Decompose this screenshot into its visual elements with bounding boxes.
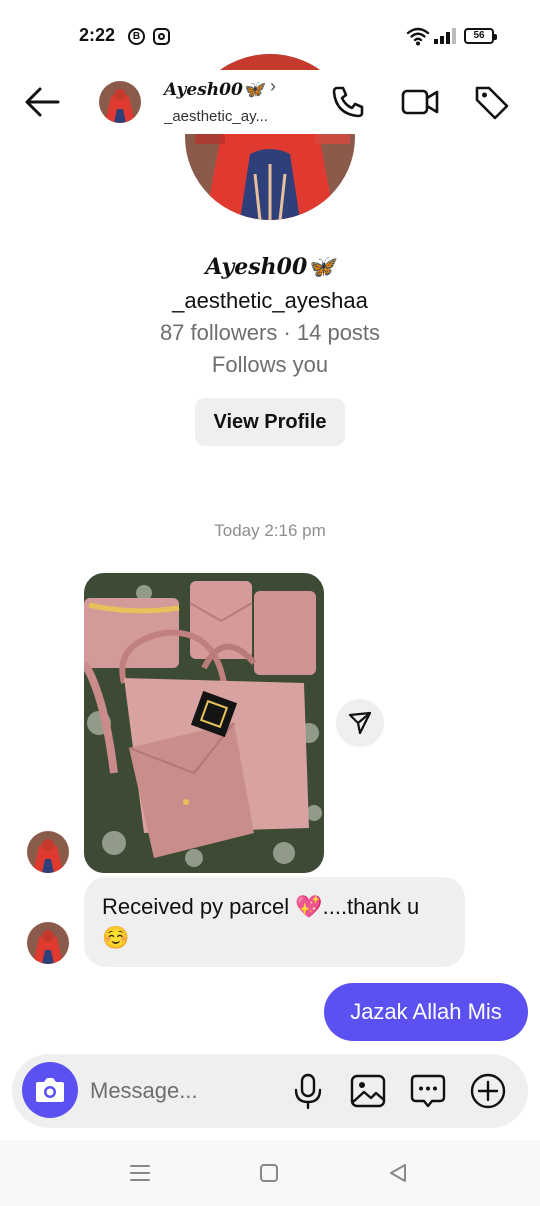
header-chevron-icon: › (270, 76, 276, 96)
video-camera-icon[interactable] (400, 82, 440, 122)
b-notification-icon: B (128, 28, 145, 45)
recent-apps-icon[interactable] (127, 1160, 153, 1186)
home-icon[interactable] (256, 1160, 282, 1186)
header-display-name[interactable]: Ayesh00🦋 (164, 80, 264, 100)
wifi-icon (406, 27, 430, 46)
camera-button[interactable] (22, 1062, 78, 1118)
sender-avatar[interactable] (27, 831, 69, 873)
back-arrow-icon[interactable] (22, 82, 62, 122)
signal-strength-icon (434, 28, 456, 44)
chat-bubble-icon[interactable] (408, 1071, 448, 1111)
outgoing-message[interactable]: Jazak Allah Mis (324, 983, 528, 1041)
phone-icon[interactable] (328, 82, 368, 122)
microphone-icon[interactable] (288, 1071, 328, 1111)
nav-back-icon[interactable] (385, 1160, 411, 1186)
header-avatar[interactable] (99, 81, 141, 123)
plus-circle-icon[interactable] (468, 1071, 508, 1111)
profile-display-name: Ayesh00🦋 (205, 254, 335, 280)
message-timestamp: Today 2:16 pm (214, 521, 326, 540)
message-input[interactable] (90, 1076, 290, 1106)
instagram-notification-icon (153, 28, 170, 45)
chat-header: Ayesh00🦋 › _aesthetic_ay... (0, 70, 540, 134)
header-username[interactable]: _aesthetic_ay... (164, 108, 288, 125)
incoming-message[interactable]: Received py parcel 💖....thank u ☺️ (84, 877, 465, 967)
photo-message[interactable] (84, 573, 324, 873)
profile-stats: 87 followers · 14 posts (159, 320, 381, 345)
message-composer (12, 1054, 528, 1128)
camera-icon (36, 1078, 64, 1102)
send-icon (348, 711, 372, 735)
status-time: 2:22 (79, 25, 116, 45)
share-message-button[interactable] (336, 699, 384, 747)
follows-you-label: Follows you (211, 352, 329, 377)
view-profile-button[interactable]: View Profile (195, 398, 345, 446)
tag-icon[interactable] (472, 82, 512, 122)
profile-username: _aesthetic_ayeshaa (172, 288, 368, 313)
sender-avatar[interactable] (27, 922, 69, 964)
image-icon[interactable] (348, 1071, 388, 1111)
system-nav-bar (0, 1140, 540, 1206)
battery-icon: 56 (464, 28, 497, 44)
